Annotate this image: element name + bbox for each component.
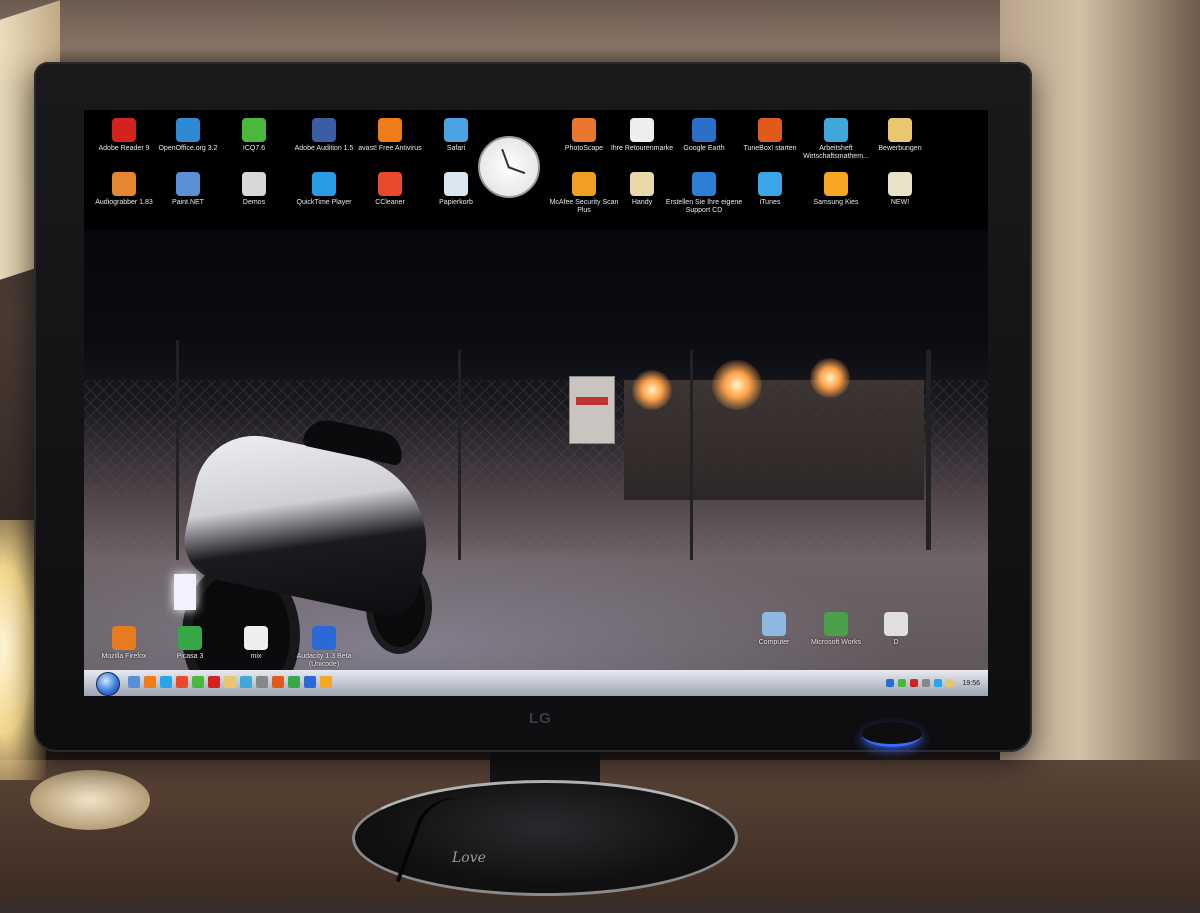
microsoft-works-icon: [824, 612, 848, 636]
tray-status-icon[interactable]: [922, 679, 931, 687]
tray-status-icon[interactable]: [898, 679, 907, 687]
tray-status-icon[interactable]: [934, 679, 943, 687]
desktop-shortcut-label: Papierkorb: [439, 199, 473, 206]
quicklaunch-app-icon[interactable]: [176, 676, 188, 688]
quicklaunch-app-icon[interactable]: [256, 676, 268, 688]
scooter-license-plate: [174, 574, 196, 610]
avast-icon: [378, 118, 402, 142]
quicklaunch-app-icon[interactable]: [240, 676, 252, 688]
desktop-screen: 19:56 Adobe Reader 9 OpenOffice.org 3.2 IC…: [84, 110, 988, 696]
folder-icon: [888, 118, 912, 142]
desktop-shortcut[interactable]: Papierkorb: [416, 172, 496, 207]
desktop-shortcut-label: Demos: [242, 199, 266, 206]
ccleaner-icon: [378, 172, 402, 196]
quicklaunch-app-icon[interactable]: [160, 676, 172, 688]
folder-icon: [630, 172, 654, 196]
tray-status-icon[interactable]: [946, 679, 955, 687]
adobe-audition-icon: [312, 118, 336, 142]
google-earth-icon: [692, 118, 716, 142]
desktop-shortcut-label: ICQ7.6: [242, 145, 266, 152]
quicklaunch-app-icon[interactable]: [128, 676, 140, 688]
recycle-bin-icon: [444, 172, 468, 196]
desktop-shortcut[interactable]: ICQ7.6: [214, 118, 294, 153]
quicklaunch-app-icon[interactable]: [272, 676, 284, 688]
desktop-shortcut[interactable]: Bewerbungen: [860, 118, 940, 153]
quicklaunch-app-icon[interactable]: [144, 676, 156, 688]
document-icon: [884, 612, 908, 636]
fence-post: [690, 350, 693, 560]
adobe-reader-icon: [112, 118, 136, 142]
firefox-icon: [112, 626, 136, 650]
itunes-icon: [758, 172, 782, 196]
picasa-icon: [178, 626, 202, 650]
quicklaunch-bar: [128, 676, 332, 690]
photoscape-icon: [572, 118, 596, 142]
quicktime-icon: [312, 172, 336, 196]
computer-icon: [762, 612, 786, 636]
safari-compass-icon: [444, 118, 468, 142]
street-light: [632, 370, 672, 410]
quicklaunch-app-icon[interactable]: [304, 676, 316, 688]
document-icon: [244, 626, 268, 650]
shortcut-icon: [824, 118, 848, 142]
fence-post: [176, 340, 179, 560]
tray-status-icon[interactable]: [886, 679, 895, 687]
tray-status-icon[interactable]: [910, 679, 919, 687]
quicklaunch-app-icon[interactable]: [288, 676, 300, 688]
folder-icon: [242, 172, 266, 196]
desktop-shortcut-label: NEW!: [890, 199, 910, 206]
desktop-shortcut[interactable]: Safari: [416, 118, 496, 153]
power-led-icon: [862, 722, 922, 747]
quicklaunch-app-icon[interactable]: [192, 676, 204, 688]
fence-post: [458, 350, 461, 560]
folder-icon: [888, 172, 912, 196]
desktop-shortcut-label: D: [893, 639, 899, 646]
icq-flower-icon: [242, 118, 266, 142]
audacity-icon: [312, 626, 336, 650]
desktop-shortcut-label: Audacity 1.3 Beta (Unicode): [296, 653, 352, 668]
street-light: [712, 360, 762, 410]
system-tray: 19:56: [886, 676, 980, 690]
monitor-brand-logo: LG: [529, 710, 552, 727]
windows-start-orb-icon[interactable]: [96, 672, 120, 696]
quicklaunch-app-icon[interactable]: [224, 676, 236, 688]
desktop-shortcut[interactable]: D: [856, 612, 936, 647]
paint-net-icon: [176, 172, 200, 196]
document-icon: [630, 118, 654, 142]
desktop-shortcut-label: Safari: [446, 145, 466, 152]
tunebox-icon: [758, 118, 782, 142]
fence-post: [926, 350, 931, 550]
desktop-shortcut[interactable]: Audacity 1.3 Beta (Unicode): [284, 626, 364, 669]
quicklaunch-app-icon[interactable]: [320, 676, 332, 688]
tray-clock[interactable]: 19:56: [962, 680, 980, 687]
street-light: [810, 358, 850, 398]
samsung-kies-icon: [824, 172, 848, 196]
support-cd-icon: [692, 172, 716, 196]
lamp-base: [30, 770, 150, 830]
desktop-shortcut[interactable]: Demos: [214, 172, 294, 207]
desktop-shortcut-label: Bewerbungen: [878, 145, 922, 152]
wallpaper-sign: [569, 376, 615, 444]
openoffice-icon: [176, 118, 200, 142]
desktop-shortcut[interactable]: NEW!: [860, 172, 940, 207]
taskbar: 19:56: [84, 670, 988, 696]
mcafee-icon: [572, 172, 596, 196]
quicklaunch-app-icon[interactable]: [208, 676, 220, 688]
audiograbber-icon: [112, 172, 136, 196]
